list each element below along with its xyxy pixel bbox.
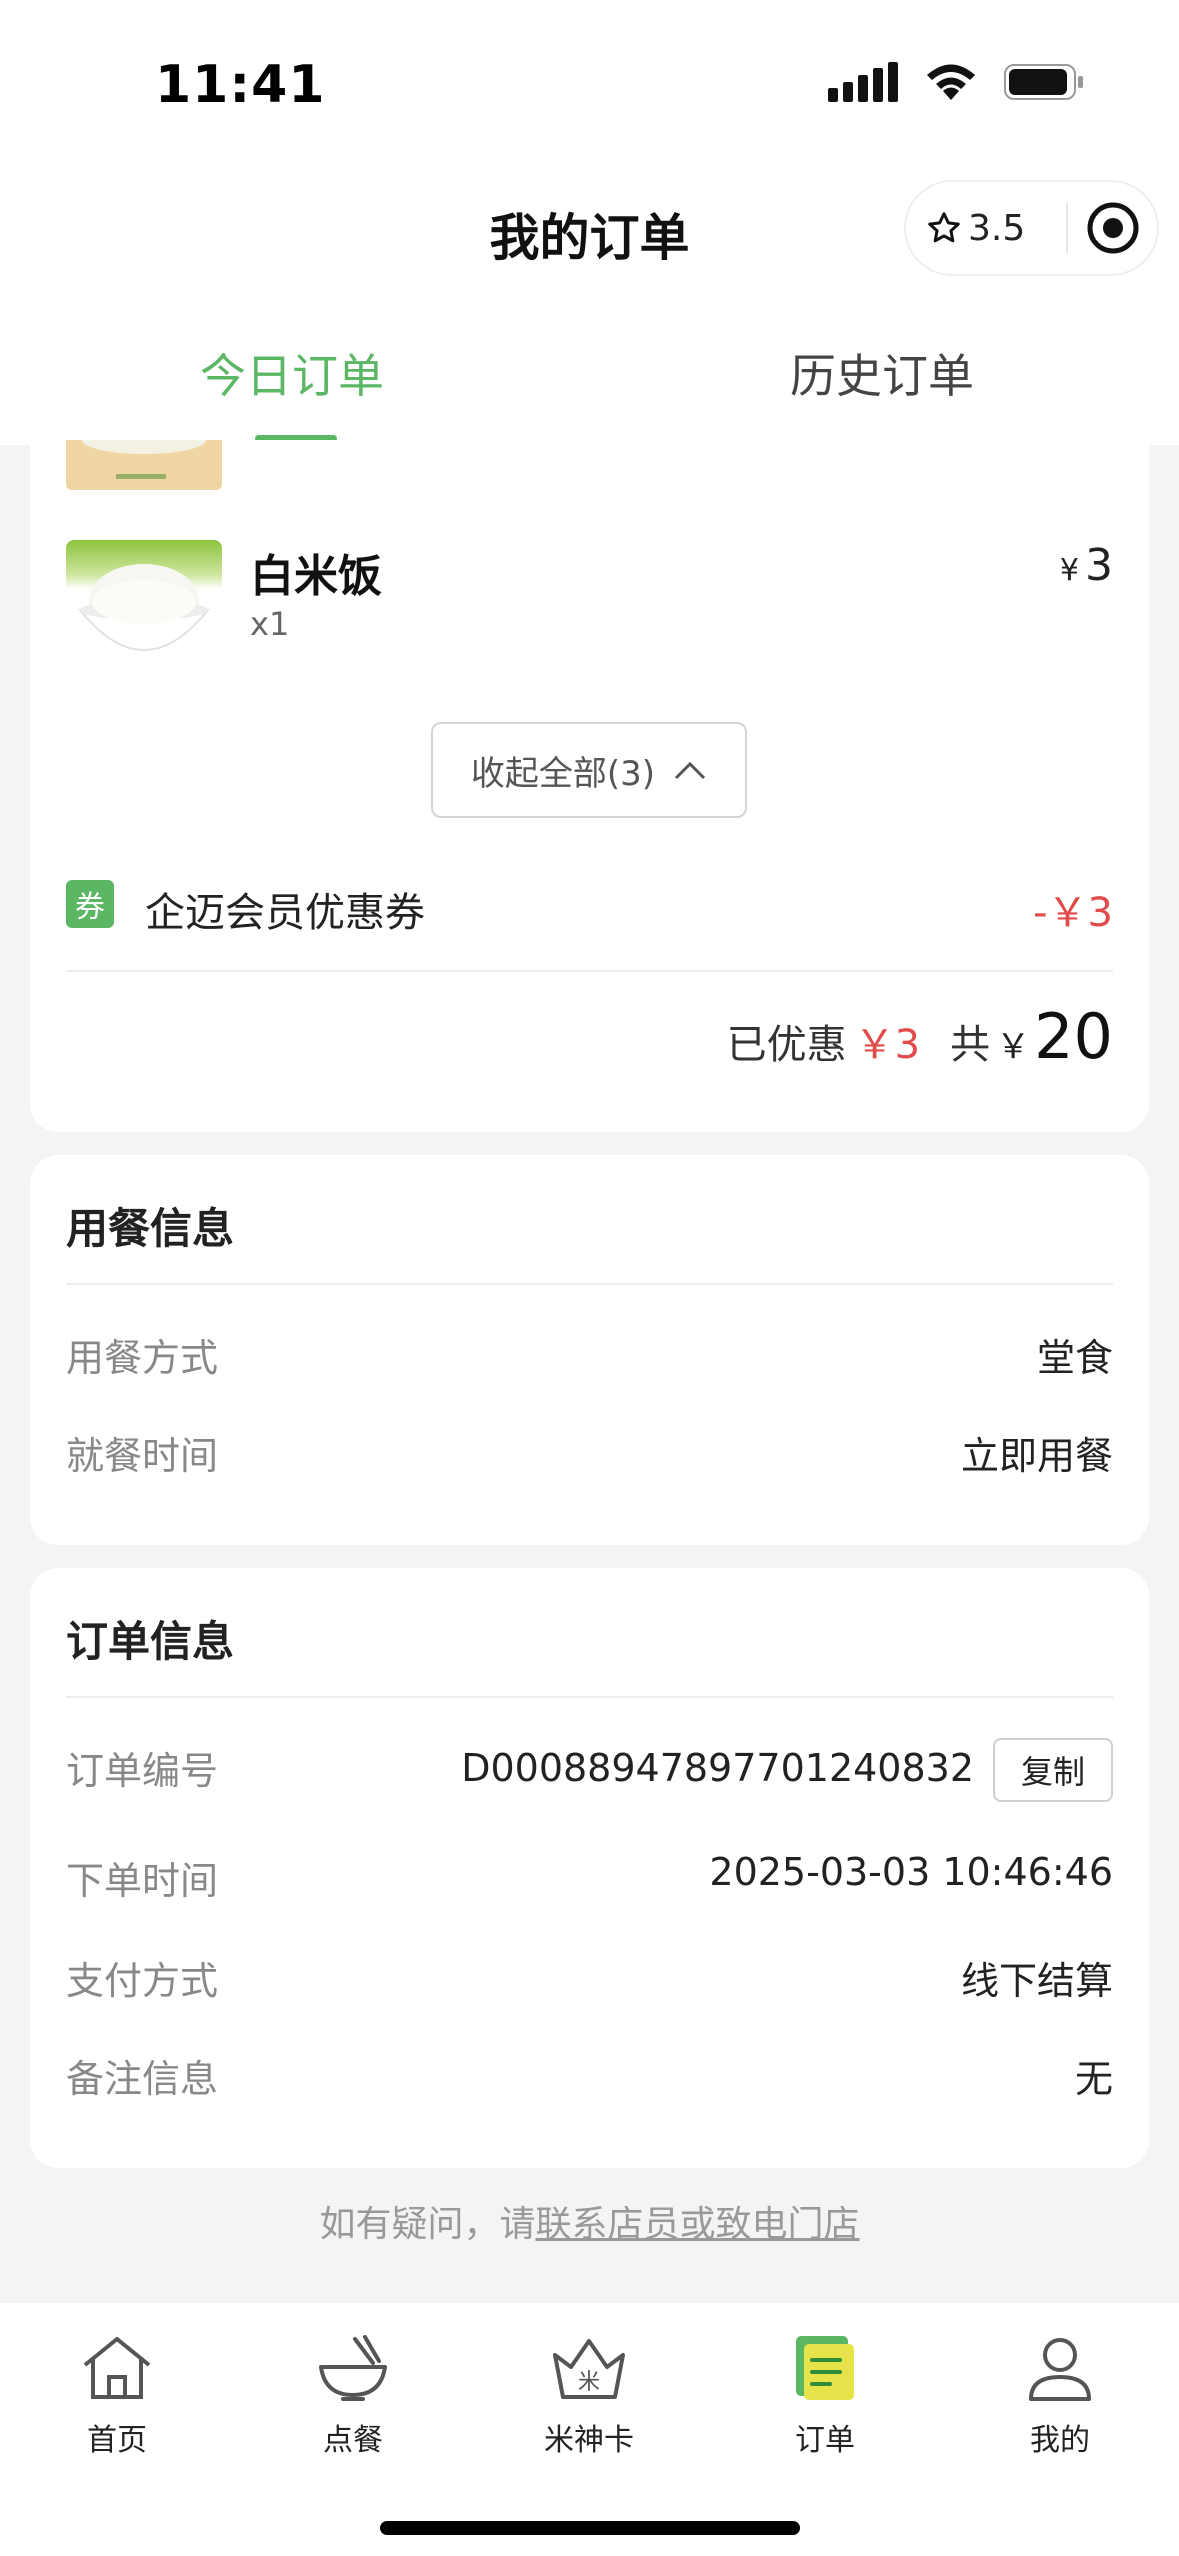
order-time-value: 2025-03-03 10:46:46 — [709, 1850, 1113, 1894]
order-number-value: D00088947897701240832 — [461, 1746, 974, 1790]
dining-info-title: 用餐信息 — [66, 1204, 235, 1253]
tabbar-item-order-food[interactable]: 点餐 — [278, 2323, 428, 2459]
status-icons — [828, 62, 1084, 102]
order-items-card: 白米饭 x1 ¥3 收起全部(3) 券 企迈会员优惠券 -￥3 已优惠 ￥3 共… — [30, 440, 1149, 1132]
dish-name: 白米饭 — [250, 551, 382, 602]
dining-method-label: 用餐方式 — [66, 1336, 219, 1380]
dining-method-value: 堂食 — [1036, 1336, 1113, 1380]
dish-quantity: x1 — [250, 605, 290, 643]
total-label: 共 — [950, 1022, 991, 1068]
chevron-up-icon — [675, 761, 706, 780]
tabbar-label: 点餐 — [323, 2423, 383, 2458]
tabbar-item-home[interactable]: 首页 — [42, 2323, 192, 2459]
discount-amount: ￥3 — [854, 1022, 921, 1068]
signal-icon — [828, 62, 898, 102]
divider — [66, 970, 1113, 972]
collapse-all-label: 收起全部(3) — [470, 753, 656, 794]
remark-value: 无 — [1074, 2057, 1113, 2101]
battery-icon — [1004, 64, 1083, 100]
coupon-amount: -￥3 — [1033, 890, 1113, 936]
tabbar-label: 我的 — [1030, 2423, 1090, 2458]
dining-time-value: 立即用餐 — [960, 1434, 1113, 1478]
order-icon — [796, 2336, 854, 2400]
home-indicator[interactable] — [380, 2521, 800, 2535]
person-icon — [1029, 2338, 1091, 2401]
collapse-all-button[interactable]: 收起全部(3) — [431, 722, 747, 818]
coupon-icon: 券 — [66, 880, 114, 928]
star-icon — [928, 212, 960, 243]
bowl-icon — [319, 2335, 387, 2401]
rating-value: 3.5 — [968, 207, 1026, 249]
wifi-icon — [927, 64, 975, 100]
copy-button[interactable]: 复制 — [993, 1738, 1113, 1802]
order-tabs: 今日订单 历史订单 — [0, 300, 1179, 445]
dish-image — [66, 540, 222, 680]
rating-button[interactable]: 3.5 — [906, 208, 1066, 249]
order-time-label: 下单时间 — [66, 1859, 219, 1903]
target-icon — [1087, 202, 1138, 254]
tabbar-label: 米神卡 — [544, 2423, 634, 2458]
miniprogram-capsule: 3.5 — [904, 180, 1159, 276]
help-text: 如有疑问，请联系店员或致电门店 — [0, 2195, 1179, 2247]
tab-history-orders[interactable]: 历史订单 — [790, 340, 974, 406]
tabbar-item-orders[interactable]: 订单 — [750, 2323, 900, 2459]
close-miniprogram-button[interactable] — [1068, 200, 1157, 256]
home-icon — [83, 2337, 151, 2399]
coupon-label: 企迈会员优惠券 — [145, 890, 425, 936]
svg-text:米: 米 — [578, 2370, 600, 2395]
dining-info-card: 用餐信息 用餐方式 堂食 就餐时间 立即用餐 — [30, 1155, 1149, 1545]
navigation-bar: 我的订单 3.5 — [0, 170, 1179, 300]
tabbar-item-card[interactable]: 米 米神卡 — [514, 2323, 664, 2459]
dish-price: ¥3 — [1060, 540, 1113, 591]
total-currency: ￥ — [996, 1027, 1031, 1067]
order-info-card: 订单信息 订单编号 D00088947897701240832 复制 下单时间 … — [30, 1568, 1149, 2168]
tab-today-orders[interactable]: 今日订单 — [200, 340, 384, 406]
divider — [66, 1696, 1113, 1698]
divider — [66, 1283, 1113, 1285]
remark-label: 备注信息 — [66, 2057, 219, 2101]
order-totals: 已优惠 ￥3 共 ￥ 20 — [727, 1000, 1113, 1073]
help-prefix: 如有疑问，请 — [319, 2204, 536, 2245]
discount-label: 已优惠 — [726, 1022, 847, 1068]
dining-time-label: 就餐时间 — [66, 1434, 219, 1478]
status-time: 11:41 — [155, 55, 326, 115]
dish-price-value: 3 — [1085, 540, 1113, 591]
dish-price-currency: ¥ — [1059, 553, 1079, 588]
payment-method-label: 支付方式 — [66, 1959, 219, 2003]
tabbar-label: 首页 — [87, 2423, 147, 2458]
total-amount: 20 — [1034, 1000, 1113, 1073]
status-bar: 11:41 — [0, 0, 1179, 170]
order-number-label: 订单编号 — [66, 1749, 219, 1793]
dish-image-partial — [66, 440, 222, 490]
tabbar-label: 订单 — [795, 2423, 855, 2458]
contact-store-link[interactable]: 联系店员或致电门店 — [536, 2204, 860, 2245]
order-info-title: 订单信息 — [66, 1617, 235, 1666]
crown-card-icon: 米 — [553, 2339, 625, 2399]
tabbar-item-mine[interactable]: 我的 — [985, 2323, 1135, 2459]
payment-method-value: 线下结算 — [960, 1959, 1113, 2003]
bottom-tab-bar: 首页 点餐 米 米神卡 订单 我的 — [0, 2303, 1179, 2556]
